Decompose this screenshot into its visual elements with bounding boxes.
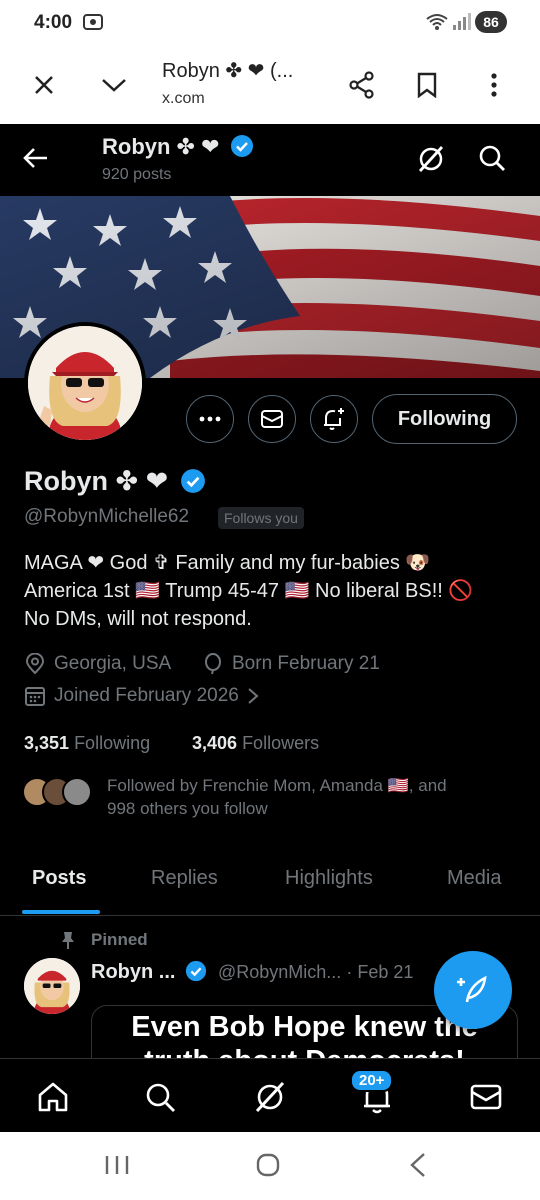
location: Georgia, USA (24, 653, 171, 675)
tab-highlights[interactable]: Highlights (285, 867, 373, 890)
screen-record-icon (82, 12, 104, 37)
follows-you-badge: Follows you (218, 507, 304, 529)
bio-line: MAGA ❤ God ✞ Family and my fur-babies 🐶 (24, 552, 431, 574)
compose-icon (457, 975, 487, 1003)
notify-add-icon (324, 408, 344, 430)
search-icon[interactable] (478, 144, 506, 177)
followed-by-avatars[interactable] (22, 777, 92, 807)
chevron-down-icon[interactable] (92, 63, 136, 107)
avatar[interactable] (24, 958, 80, 1014)
grok-icon[interactable] (250, 1077, 290, 1117)
battery-level: 86 (475, 11, 507, 33)
header-post-count: 920 posts (102, 166, 172, 183)
share-icon[interactable] (340, 63, 384, 107)
verified-icon (180, 469, 205, 493)
status-bar: 4:00 86 (0, 0, 540, 46)
following-button[interactable]: Following (372, 394, 517, 444)
divider (0, 915, 540, 916)
balloon-icon (205, 653, 221, 675)
pinned-label: Pinned (91, 930, 148, 949)
location-icon (25, 653, 45, 675)
notifications-subscribe-button[interactable] (310, 395, 358, 443)
signal-icon (451, 12, 471, 37)
more-button[interactable] (186, 395, 234, 443)
header-name: Robyn ✤ ❤ (102, 134, 254, 160)
pin-icon (60, 930, 76, 955)
more-vert-icon[interactable] (472, 63, 516, 107)
post-author-handle: @RobynMich... · Feb 21 (218, 962, 414, 982)
post-author-name[interactable]: Robyn ... (91, 960, 207, 984)
compose-button[interactable] (434, 951, 512, 1029)
profile-name: Robyn ✤ ❤ (24, 466, 206, 497)
active-tab-indicator (22, 910, 100, 914)
profile-handle: @RobynMichelle62 (24, 506, 190, 527)
profile-header-bar: Robyn ✤ ❤ 920 posts (0, 124, 540, 196)
chevron-right-icon (248, 688, 259, 704)
more-icon (199, 416, 221, 422)
tab-posts[interactable]: Posts (32, 867, 86, 890)
following-count-link[interactable]: 3,351 Following (24, 733, 150, 754)
verified-icon (230, 135, 253, 157)
browser-url: x.com (162, 90, 205, 107)
wifi-icon (425, 12, 449, 37)
search-icon[interactable] (140, 1077, 180, 1117)
message-button[interactable] (248, 395, 296, 443)
birthday: Born February 21 (202, 653, 380, 675)
followed-by-text[interactable]: Followed by Frenchie Mom, Amanda 🇺🇸, and… (107, 774, 447, 820)
verified-icon (185, 960, 207, 982)
avatar (62, 777, 92, 807)
back-arrow-icon[interactable] (22, 144, 50, 177)
home-icon[interactable] (33, 1077, 73, 1117)
home-button-icon[interactable] (255, 1152, 281, 1183)
browser-toolbar: Robyn ✤ ❤ (... x.com (0, 46, 540, 125)
status-time: 4:00 (34, 12, 73, 33)
bio-line: No DMs, will not respond. (24, 608, 252, 630)
followers-count-link[interactable]: 3,406 Followers (192, 733, 319, 754)
recents-icon[interactable] (104, 1154, 130, 1181)
close-icon[interactable] (22, 63, 66, 107)
notifications-badge: 20+ (350, 1069, 394, 1092)
system-nav-bar (0, 1132, 540, 1200)
browser-page-title: Robyn ✤ ❤ (... (162, 60, 294, 82)
message-icon (261, 410, 283, 428)
tab-media[interactable]: Media (447, 867, 501, 890)
avatar[interactable] (24, 322, 146, 444)
bio-line: America 1st 🇺🇸 Trump 45-47 🇺🇸 No liberal… (24, 580, 474, 602)
grok-icon[interactable] (416, 144, 446, 179)
joined-date[interactable]: Joined February 2026 (24, 685, 259, 707)
bottom-nav: 20+ (0, 1058, 540, 1133)
calendar-icon (25, 687, 45, 706)
back-icon[interactable] (408, 1152, 428, 1183)
mail-icon[interactable] (466, 1077, 506, 1117)
tab-replies[interactable]: Replies (151, 867, 218, 890)
bookmark-icon[interactable] (405, 63, 449, 107)
